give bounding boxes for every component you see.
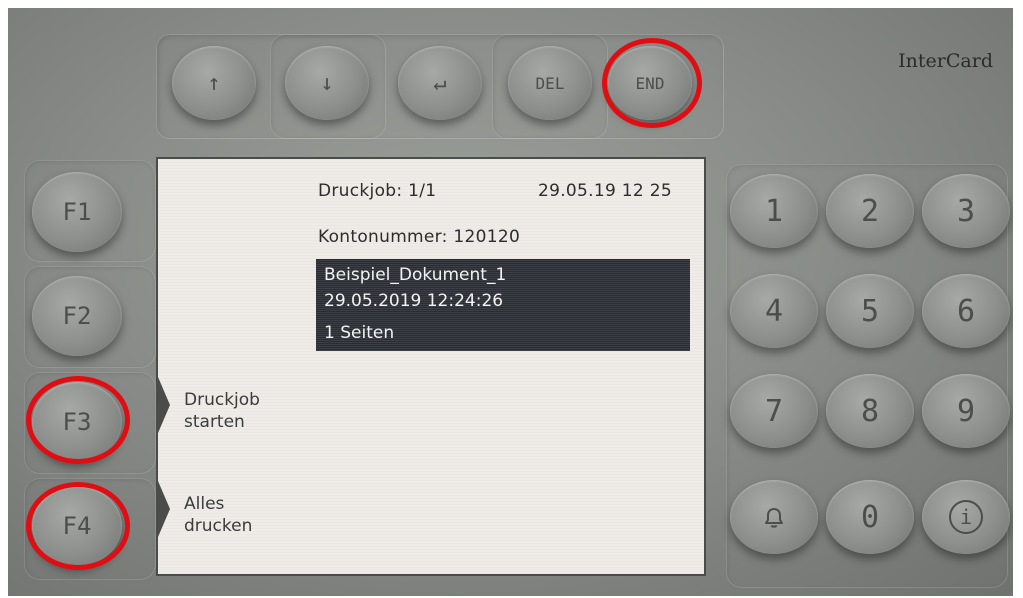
account-number: Kontonummer: 120120	[318, 227, 521, 247]
down-key[interactable]: ↓	[285, 46, 369, 120]
key-4-label: 4	[764, 293, 784, 329]
f1-label: F1	[62, 198, 92, 226]
f4-softkey-line-1: Alles	[184, 494, 225, 514]
key-7-label: 7	[764, 393, 784, 429]
job-timestamp: 29.05.2019 12:24:26	[324, 291, 504, 311]
bell-icon	[765, 508, 783, 528]
up-key[interactable]: ↑	[172, 46, 256, 120]
del-key-label: DEL	[535, 73, 565, 93]
key-8[interactable]: 8	[826, 374, 914, 448]
lcd-screen: Druckjob: 1/1 29.05.19 12 25 Kontonummer…	[158, 159, 704, 574]
enter-key[interactable]: ↵	[398, 46, 482, 120]
f2-key[interactable]: F2	[32, 276, 122, 356]
key-9[interactable]: 9	[922, 374, 1010, 448]
key-3-label: 3	[956, 193, 976, 229]
f3-softkey-line-1: Druckjob	[184, 390, 260, 410]
key-6[interactable]: 6	[922, 274, 1010, 348]
f2-label: F2	[62, 302, 92, 330]
key-2[interactable]: 2	[826, 174, 914, 248]
key-8-label: 8	[860, 393, 880, 429]
date-time: 29.05.19 12 25	[538, 181, 672, 201]
key-1-label: 1	[764, 193, 784, 229]
key-3[interactable]: 3	[922, 174, 1010, 248]
f3-softkey-pointer	[158, 377, 170, 433]
f3-label: F3	[62, 408, 92, 436]
f1-key[interactable]: F1	[32, 172, 122, 252]
f3-softkey-line-2: starten	[184, 412, 245, 432]
selected-print-job[interactable]: Beispiel_Dokument_1 29.05.2019 12:24:26 …	[316, 259, 690, 351]
end-key-label: END	[635, 73, 665, 93]
end-key[interactable]: END	[608, 46, 692, 120]
key-0-label: 0	[860, 499, 880, 535]
enter-icon: ↵	[433, 70, 447, 96]
terminal-device: InterCard ↑ ↓ ↵ DEL END F1 F2 F3 F4 Druc…	[8, 8, 1013, 596]
arrow-up-icon: ↑	[207, 70, 221, 96]
job-counter: Druckjob: 1/1	[318, 181, 437, 201]
key-6-label: 6	[956, 293, 976, 329]
key-4[interactable]: 4	[730, 274, 818, 348]
key-1[interactable]: 1	[730, 174, 818, 248]
f4-softkey-pointer	[158, 481, 170, 537]
bell-key[interactable]	[730, 480, 818, 554]
brand-logo: InterCard	[898, 50, 993, 72]
f4-label: F4	[62, 512, 92, 540]
f3-key[interactable]: F3	[32, 382, 122, 462]
key-5-label: 5	[860, 293, 880, 329]
f4-softkey-label: Alles drucken	[184, 493, 252, 537]
f4-softkey-line-2: drucken	[184, 516, 253, 536]
key-2-label: 2	[860, 193, 880, 229]
f4-key[interactable]: F4	[32, 486, 122, 566]
info-icon: i	[949, 500, 983, 534]
del-key[interactable]: DEL	[508, 46, 592, 120]
key-5[interactable]: 5	[826, 274, 914, 348]
key-0[interactable]: 0	[826, 480, 914, 554]
key-9-label: 9	[956, 393, 976, 429]
job-name: Beispiel_Dokument_1	[324, 265, 507, 285]
arrow-down-icon: ↓	[320, 70, 334, 96]
job-pages: 1 Seiten	[324, 323, 395, 343]
info-key[interactable]: i	[922, 480, 1010, 554]
f3-softkey-label: Druckjob starten	[184, 389, 260, 433]
key-7[interactable]: 7	[730, 374, 818, 448]
